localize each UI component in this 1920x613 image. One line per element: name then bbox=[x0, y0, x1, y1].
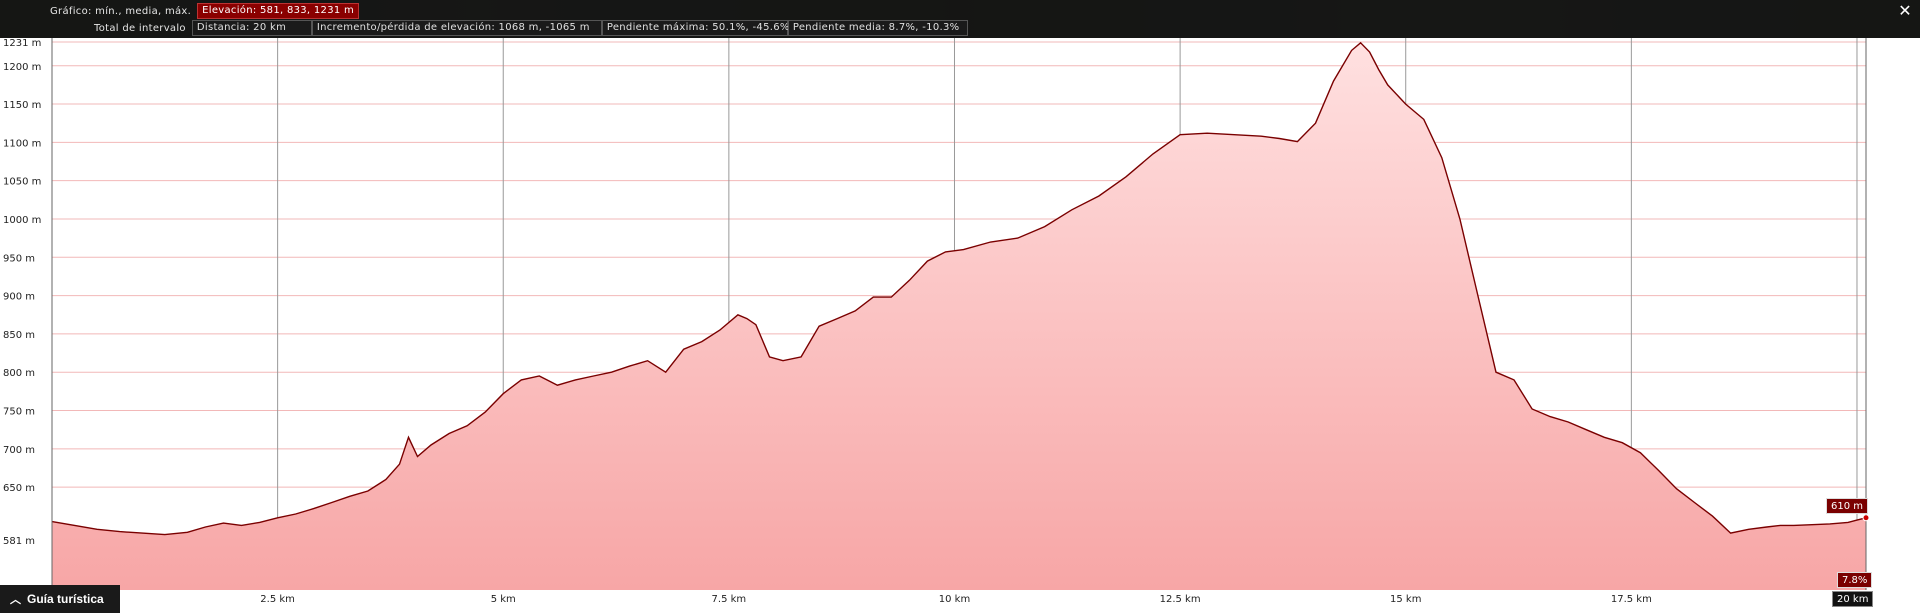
tour-guide-label: Guía turística bbox=[27, 592, 104, 606]
y-tick-label: 950 m bbox=[3, 253, 35, 264]
y-tick-label: 1231 m bbox=[3, 38, 41, 49]
elevation-chart[interactable]: 1231 m 1200 m 1150 m 1100 m 1050 m 1000 m 950 … bbox=[0, 0, 1920, 613]
elevation-profile-window: Gráfico: mín., media, máx. Elevación: 58… bbox=[0, 0, 1920, 613]
x-tick-label: 5 km bbox=[491, 594, 516, 605]
x-tick-label: 17.5 km bbox=[1611, 594, 1652, 605]
chevron-up-icon: ︿ bbox=[10, 594, 21, 606]
x-tick-label: 2.5 km bbox=[260, 594, 295, 605]
x-tick-label: 12.5 km bbox=[1160, 594, 1201, 605]
y-tick-label: 1200 m bbox=[3, 62, 41, 73]
distance-marker-badge: 20 km bbox=[1832, 591, 1874, 607]
y-tick-label: 650 m bbox=[3, 483, 35, 494]
y-tick-label: 1050 m bbox=[3, 177, 41, 188]
y-tick-label: 900 m bbox=[3, 292, 35, 303]
y-tick-label: 800 m bbox=[3, 368, 35, 379]
y-tick-label: 750 m bbox=[3, 407, 35, 418]
y-tick-label: 850 m bbox=[3, 330, 35, 341]
y-tick-label: 700 m bbox=[3, 445, 35, 456]
x-tick-label: 10 km bbox=[939, 594, 970, 605]
y-tick-label: 1150 m bbox=[3, 100, 41, 111]
y-tick-label: 581 m bbox=[3, 536, 35, 547]
slope-marker-badge: 7.8% bbox=[1837, 572, 1873, 588]
elevation-marker-badge: 610 m bbox=[1826, 498, 1869, 514]
tour-guide-button[interactable]: ︿ Guía turística bbox=[0, 585, 120, 613]
y-tick-label: 1000 m bbox=[3, 215, 41, 226]
x-tick-label: 7.5 km bbox=[712, 594, 747, 605]
y-tick-label: 1100 m bbox=[3, 138, 41, 149]
x-tick-label: 15 km bbox=[1390, 594, 1421, 605]
end-point-marker bbox=[1862, 514, 1870, 522]
